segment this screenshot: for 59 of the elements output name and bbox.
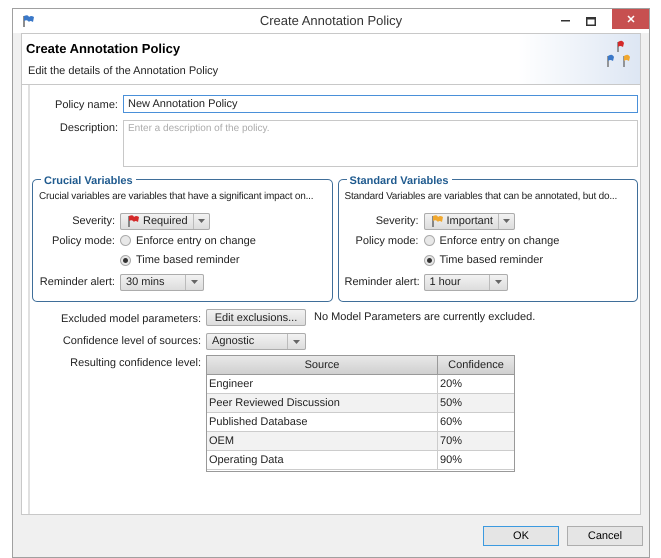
radio-button[interactable] bbox=[424, 235, 434, 246]
severity-dropdown[interactable]: Important bbox=[424, 212, 515, 230]
table-cell: Engineer bbox=[207, 375, 438, 393]
caret-icon bbox=[191, 280, 198, 284]
close-icon bbox=[626, 15, 634, 23]
caret-icon bbox=[494, 280, 502, 284]
minimize-icon[interactable] bbox=[561, 20, 570, 22]
edit-exclusions-button[interactable]: Edit exclusions... bbox=[206, 308, 306, 326]
group-description: Standard Variables are variables that can be annotated, but do... bbox=[344, 190, 618, 202]
app-flag-icon bbox=[21, 14, 35, 28]
radio-label: Time based reminder bbox=[136, 253, 240, 268]
field-label: Excluded model parameters: bbox=[60, 312, 201, 326]
field-label: Confidence level of sources: bbox=[62, 334, 201, 349]
table-cell: Published Database bbox=[207, 413, 438, 431]
table-cell-text: 50% bbox=[439, 396, 464, 411]
radio-label: Time based reminder bbox=[440, 253, 544, 268]
column-header[interactable]: Source bbox=[207, 356, 438, 374]
description-field[interactable]: Enter a description of the policy. bbox=[123, 120, 638, 166]
maximize-icon[interactable] bbox=[586, 16, 596, 26]
table-cell: OEM bbox=[207, 432, 438, 450]
caret-icon bbox=[293, 340, 300, 344]
close-button[interactable] bbox=[612, 9, 649, 29]
field-label: Severity: bbox=[71, 214, 115, 229]
table-cell: Operating Data bbox=[207, 451, 438, 469]
field-label: Policy mode: bbox=[51, 234, 115, 248]
header-title: Create Annotation Policy bbox=[26, 40, 182, 58]
field-label: Reminder alert: bbox=[344, 274, 418, 290]
table-cell-text: 90% bbox=[439, 452, 464, 468]
severity-value: Required bbox=[143, 214, 188, 229]
caret-icon bbox=[198, 219, 205, 223]
confidence-dropdown[interactable]: Agnostic bbox=[206, 333, 306, 350]
field-label: Policy name: bbox=[54, 98, 118, 113]
column-header[interactable]: Confidence bbox=[438, 356, 514, 374]
severity-dropdown[interactable]: Required bbox=[120, 212, 210, 230]
dialog-button[interactable]: OK bbox=[483, 526, 559, 546]
table-cell: Peer Reviewed Discussion bbox=[207, 394, 438, 412]
table-cell-text: 20% bbox=[439, 376, 464, 392]
status-text: No Model Parameters are currently excluded. bbox=[314, 310, 536, 324]
field-label: Severity: bbox=[374, 214, 418, 229]
reminder-dropdown[interactable]: 30 mins bbox=[120, 274, 204, 290]
dialog-button[interactable]: Cancel bbox=[567, 526, 643, 546]
policy-name-field[interactable]: New Annotation Policy bbox=[123, 95, 638, 113]
caret-icon bbox=[502, 219, 510, 223]
radio-button[interactable] bbox=[120, 254, 131, 266]
group-description: Crucial variables are variables that have a significant impact on... bbox=[39, 190, 314, 202]
field-label: Policy mode: bbox=[354, 234, 418, 248]
reminder-dropdown[interactable]: 1 hour bbox=[424, 274, 508, 290]
radio-label: Enforce entry on change bbox=[136, 234, 256, 248]
field-label: Description: bbox=[58, 120, 118, 136]
radio-button[interactable] bbox=[424, 254, 434, 266]
field-label: Resulting confidence level: bbox=[69, 356, 201, 371]
window-title: Create Annotation Policy bbox=[258, 12, 404, 30]
table-cell-text: 70% bbox=[439, 434, 464, 449]
field-label: Reminder alert: bbox=[39, 274, 115, 290]
table-cell-text: 60% bbox=[439, 414, 464, 430]
radio-label: Enforce entry on change bbox=[440, 234, 560, 248]
header-subtitle: Edit the details of the Annotation Policy bbox=[28, 64, 220, 78]
severity-value: Important bbox=[446, 214, 493, 229]
radio-button[interactable] bbox=[120, 235, 131, 246]
